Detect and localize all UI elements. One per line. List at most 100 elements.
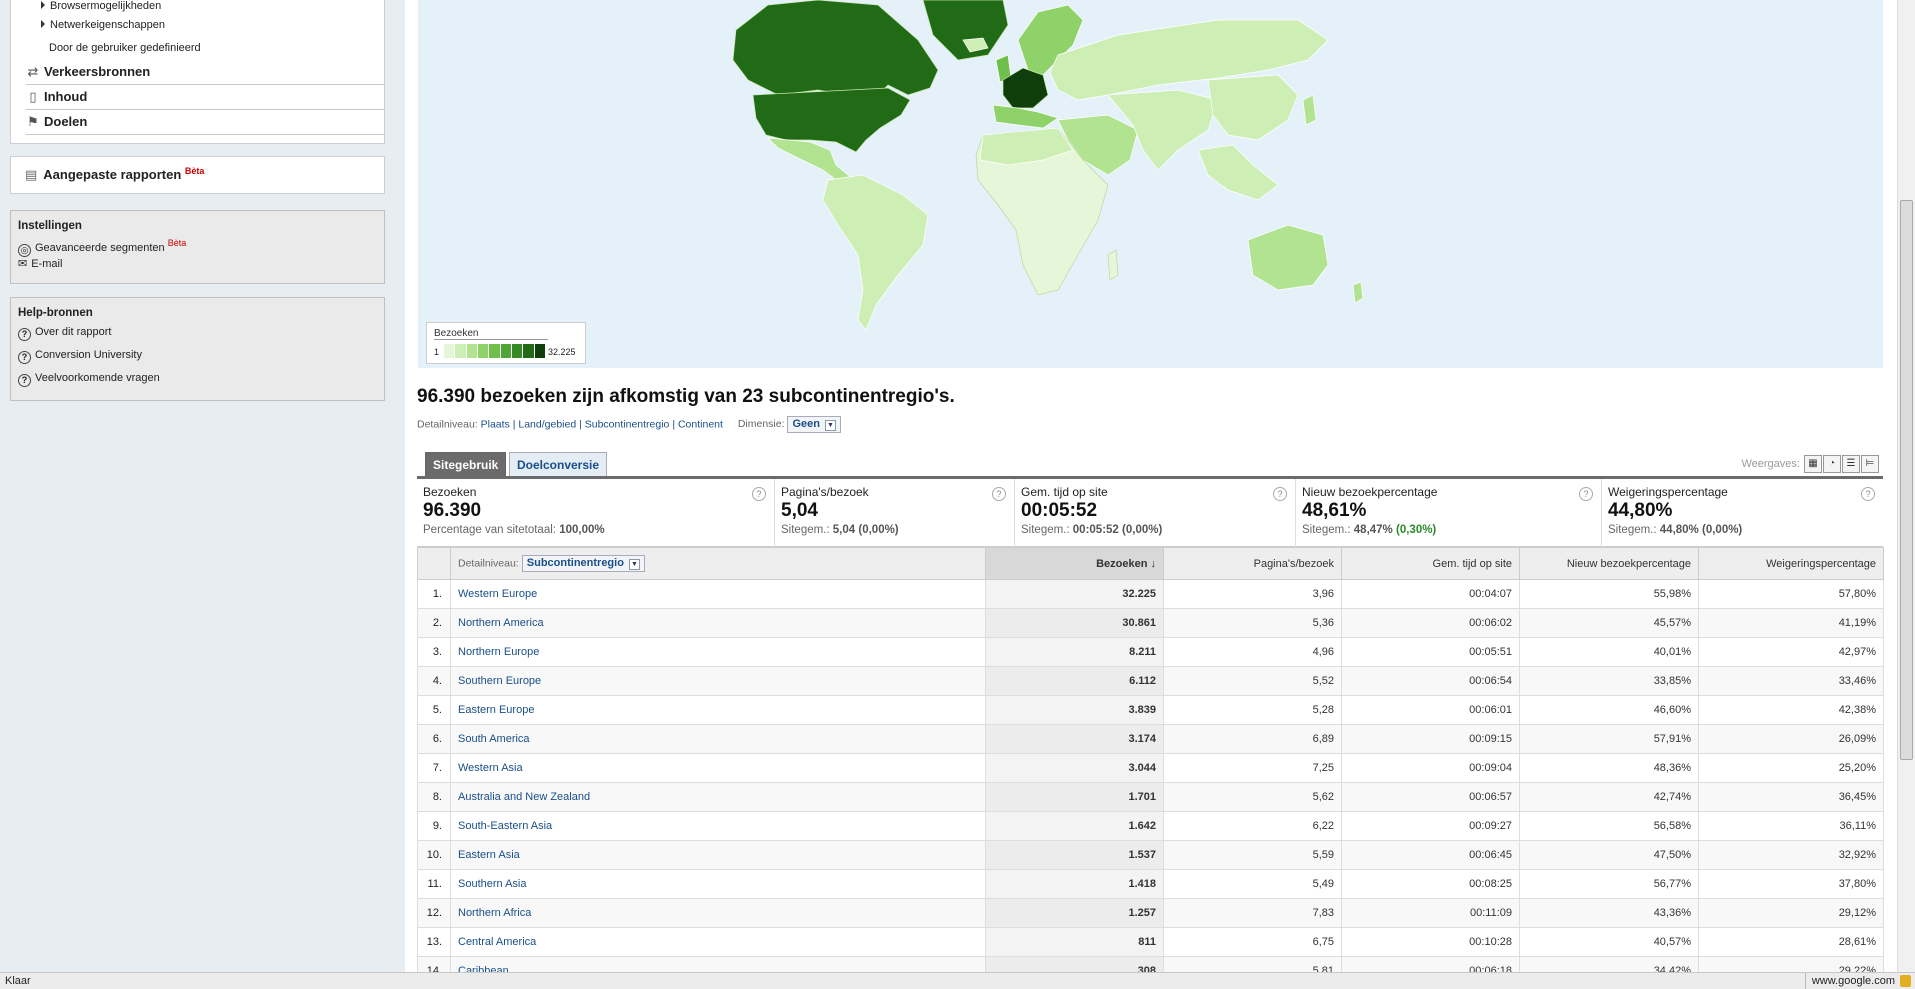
- table-row: 3. Northern Europe 8.211 4,96 00:05:51 40,01%…: [417, 637, 1884, 667]
- vertical-scrollbar[interactable]: [1897, 0, 1915, 972]
- region-link[interactable]: Central America: [458, 936, 536, 948]
- row-pages-per-visit: 7,25: [1163, 753, 1342, 783]
- row-visits: 1.418: [985, 869, 1164, 899]
- row-region-link[interactable]: South America: [450, 724, 986, 754]
- row-region-link[interactable]: Southern Europe: [450, 666, 986, 696]
- row-region-link[interactable]: Australia and New Zealand: [450, 782, 986, 812]
- region-link[interactable]: Northern Africa: [458, 907, 531, 919]
- table-row: 12. Northern Africa 1.257 7,83 00:11:09 43,36…: [417, 898, 1884, 928]
- help-question-icon[interactable]: ?: [1273, 487, 1287, 501]
- bar-view-icon[interactable]: ☰: [1842, 455, 1860, 473]
- row-region-link[interactable]: Western Asia: [450, 753, 986, 783]
- detail-link-continent[interactable]: Continent: [678, 418, 723, 430]
- email-link[interactable]: ✉ E-mail: [18, 257, 62, 270]
- header-avg-time[interactable]: Gem. tijd op site: [1341, 547, 1520, 580]
- custom-reports-link[interactable]: ▤ Aangepaste rapporten Bèta: [25, 166, 204, 183]
- legend-swatch: [477, 344, 490, 358]
- nav-content[interactable]: ▯ Inhoud: [26, 86, 384, 110]
- row-visits: 32.225: [985, 579, 1164, 609]
- row-pages-per-visit: 5,59: [1163, 840, 1342, 870]
- table-view-icon[interactable]: ▦: [1804, 455, 1822, 473]
- row-region-link[interactable]: Eastern Europe: [450, 695, 986, 725]
- region-link[interactable]: Western Europe: [458, 588, 537, 600]
- row-visits: 3.044: [985, 753, 1164, 783]
- detail-link-city[interactable]: Plaats: [481, 418, 510, 430]
- nav-user-defined[interactable]: Door de gebruiker gedefinieerd: [49, 42, 201, 54]
- row-region-link[interactable]: Northern Africa: [450, 898, 986, 928]
- pie-view-icon[interactable]: ◔: [1823, 455, 1841, 473]
- row-new-visits: 43,36%: [1519, 898, 1699, 928]
- table-dimension-select[interactable]: Subcontinentregio ▼: [521, 555, 645, 572]
- row-region-link[interactable]: Eastern Asia: [450, 840, 986, 870]
- row-bounce-rate: 25,20%: [1698, 753, 1884, 783]
- row-bounce-rate: 29,12%: [1698, 898, 1884, 928]
- detail-link-country[interactable]: Land/gebied: [518, 418, 576, 430]
- row-avg-time: 00:04:07: [1341, 579, 1520, 609]
- region-link[interactable]: Northern Europe: [458, 646, 539, 658]
- legend-swatch: [444, 344, 456, 358]
- nav-network-properties[interactable]: Netwerkeigenschappen: [41, 19, 165, 31]
- tab-goal-conversion[interactable]: Doelconversie: [509, 452, 608, 477]
- legend-color-ramp: [444, 344, 546, 358]
- region-link[interactable]: Southern Asia: [458, 878, 527, 890]
- help-question-icon: ?: [18, 374, 31, 387]
- dimension-select[interactable]: Geen ▼: [787, 416, 841, 433]
- row-region-link[interactable]: Northern Europe: [450, 637, 986, 667]
- header-new-visits[interactable]: Nieuw bezoekpercentage: [1519, 547, 1699, 580]
- detail-level-bar: Detailniveau: Plaats | Land/gebied | Sub…: [417, 416, 841, 433]
- nav-browser-capabilities[interactable]: Browsermogelijkheden: [41, 0, 161, 12]
- detail-level-label: Detailniveau:: [417, 418, 478, 431]
- row-region-link[interactable]: Western Europe: [450, 579, 986, 609]
- row-visits: 1.537: [985, 840, 1164, 870]
- metric-new-visits: Nieuw bezoekpercentage 48,61% Sitegem.: …: [1296, 479, 1602, 547]
- nav-traffic-sources[interactable]: ⇄ Verkeersbronnen: [26, 61, 384, 85]
- tab-site-usage[interactable]: Sitegebruik: [425, 452, 507, 477]
- row-region-link[interactable]: Southern Asia: [450, 869, 986, 899]
- region-link[interactable]: Western Asia: [458, 762, 523, 774]
- help-question-icon[interactable]: ?: [1579, 487, 1593, 501]
- row-region-link[interactable]: Central America: [450, 927, 986, 957]
- header-visits[interactable]: Bezoeken ↓: [985, 547, 1164, 580]
- region-link[interactable]: Australia and New Zealand: [458, 791, 590, 803]
- row-avg-time: 00:11:09: [1341, 898, 1520, 928]
- help-about-report[interactable]: ? Over dit rapport: [18, 326, 111, 341]
- help-question-icon[interactable]: ?: [752, 487, 766, 501]
- sort-arrow-down-icon: ↓: [1150, 557, 1157, 570]
- help-question-icon[interactable]: ?: [992, 487, 1006, 501]
- table-row: 5. Eastern Europe 3.839 5,28 00:06:01 46,60% 4…: [417, 695, 1884, 725]
- advanced-segments-link[interactable]: ◎ Geavanceerde segmenten Bèta: [18, 238, 186, 257]
- region-link[interactable]: Eastern Asia: [458, 849, 520, 861]
- table-row: 8. Australia and New Zealand 1.701 5,62 00:0…: [417, 782, 1884, 812]
- header-index: [417, 547, 451, 580]
- header-pages-per-visit[interactable]: Pagina's/bezoek: [1163, 547, 1342, 580]
- row-bounce-rate: 26,09%: [1698, 724, 1884, 754]
- comparison-view-icon[interactable]: ⊨: [1861, 455, 1879, 473]
- header-bounce-rate[interactable]: Weigeringspercentage: [1698, 547, 1884, 580]
- row-region-link[interactable]: South-Eastern Asia: [450, 811, 986, 841]
- region-link[interactable]: Northern America: [458, 617, 544, 629]
- help-panel: Help-bronnen ? Over dit rapport ? Conversi…: [10, 297, 385, 401]
- help-question-icon[interactable]: ?: [1861, 487, 1875, 501]
- region-link[interactable]: South-Eastern Asia: [458, 820, 552, 832]
- row-avg-time: 00:09:04: [1341, 753, 1520, 783]
- region-link[interactable]: Southern Europe: [458, 675, 541, 687]
- region-link[interactable]: Eastern Europe: [458, 704, 534, 716]
- help-faq[interactable]: ? Veelvoorkomende vragen: [18, 372, 160, 387]
- world-map[interactable]: Bezoeken 1 32.225: [418, 0, 1883, 368]
- row-pages-per-visit: 5,49: [1163, 869, 1342, 899]
- detail-link-subcontinent[interactable]: Subcontinentregio: [585, 418, 670, 430]
- table-row: 13. Central America 811 6,75 00:10:28 40,57% 2…: [417, 927, 1884, 957]
- status-text: Klaar: [5, 975, 31, 987]
- nav-goals[interactable]: ⚑ Doelen: [26, 111, 384, 135]
- row-index: 12.: [417, 898, 451, 928]
- legend-min: 1: [434, 347, 440, 357]
- region-link[interactable]: South America: [458, 733, 530, 745]
- row-index: 11.: [417, 869, 451, 899]
- row-pages-per-visit: 5,36: [1163, 608, 1342, 638]
- row-new-visits: 55,98%: [1519, 579, 1699, 609]
- row-region-link[interactable]: Northern America: [450, 608, 986, 638]
- metric-pages-per-visit: Pagina's/bezoek 5,04 Sitegem.: 5,04 (0,0…: [775, 479, 1015, 547]
- help-conversion-university[interactable]: ? Conversion University: [18, 349, 142, 364]
- table-row: 10. Eastern Asia 1.537 5,59 00:06:45 47,50% 32…: [417, 840, 1884, 870]
- scrollbar-thumb[interactable]: [1900, 200, 1913, 760]
